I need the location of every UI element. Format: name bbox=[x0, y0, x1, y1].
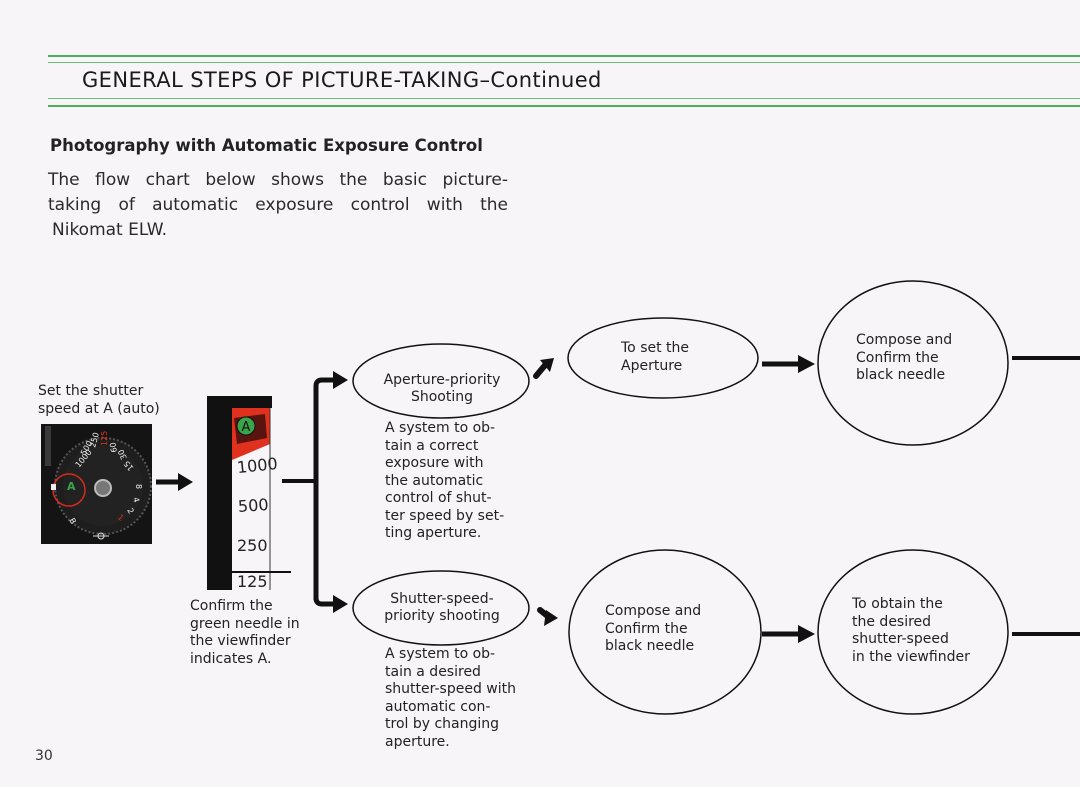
arrow-head-icon bbox=[798, 355, 815, 373]
label-line: Aperture bbox=[621, 357, 683, 374]
arrow-head-icon bbox=[544, 610, 558, 626]
shutter-priority-label: Shutter-speed- priority shooting bbox=[360, 591, 524, 625]
label-line: To set the bbox=[621, 340, 690, 356]
arrow-head-icon bbox=[333, 595, 348, 613]
arrow-head-icon bbox=[798, 625, 815, 643]
flow-chart-connectors bbox=[156, 280, 1080, 715]
description-line: tain a desired bbox=[385, 663, 481, 680]
label-line: priority shooting bbox=[384, 608, 500, 624]
label-line: Shooting bbox=[410, 389, 474, 405]
compose-confirm-bottom-label: Compose and Confirm the black needle bbox=[605, 603, 701, 656]
compose-confirm-top-label: Compose and Confirm the black needle bbox=[856, 332, 952, 385]
obtain-shutter-speed-label: To obtain the the desired shutter-speed … bbox=[852, 596, 970, 666]
label-line: black needle bbox=[605, 638, 695, 654]
label-line: Compose and bbox=[856, 332, 953, 348]
description-line: trol by changing bbox=[385, 716, 500, 732]
description-line: automatic con- bbox=[385, 698, 491, 715]
description-line: ter speed by set- bbox=[385, 507, 505, 524]
label-line: shutter-speed bbox=[852, 631, 949, 647]
aperture-priority-label: Aperture-priority Shooting bbox=[360, 372, 524, 406]
description-line: tain a correct bbox=[385, 437, 479, 454]
bracket-lower bbox=[313, 480, 335, 607]
page-number: 30 bbox=[35, 748, 53, 764]
label-line: Aperture-priority bbox=[383, 372, 501, 388]
arrow-head-icon bbox=[333, 371, 348, 389]
description-line: shutter-speed with bbox=[385, 681, 516, 697]
set-aperture-label: To set the Aperture bbox=[621, 340, 689, 375]
label-line: the desired bbox=[852, 613, 932, 630]
label-line: Confirm the bbox=[605, 620, 688, 637]
aperture-priority-description: A system to ob- tain a correct exposure … bbox=[385, 420, 504, 543]
description-line: the automatic bbox=[385, 472, 484, 489]
label-line: black needle bbox=[856, 367, 946, 383]
shutter-priority-description: A system to ob- tain a desired shutter-s… bbox=[385, 646, 516, 751]
description-line: control of shut- bbox=[385, 490, 492, 506]
description-line: aperture. bbox=[385, 733, 450, 750]
description-line: A system to ob- bbox=[385, 646, 496, 662]
arrow-head-icon bbox=[178, 473, 193, 491]
description-line: exposure with bbox=[385, 455, 484, 471]
label-line: Compose and bbox=[605, 603, 702, 619]
label-line: in the viewfinder bbox=[852, 648, 970, 665]
bracket-upper bbox=[313, 377, 335, 600]
label-line: Shutter-speed- bbox=[390, 591, 494, 607]
description-line: ting aperture. bbox=[385, 525, 482, 541]
label-line: To obtain the bbox=[852, 596, 943, 612]
label-line: Confirm the bbox=[856, 349, 939, 366]
arrow-branch1-a bbox=[533, 361, 549, 379]
description-line: A system to ob- bbox=[385, 420, 496, 436]
